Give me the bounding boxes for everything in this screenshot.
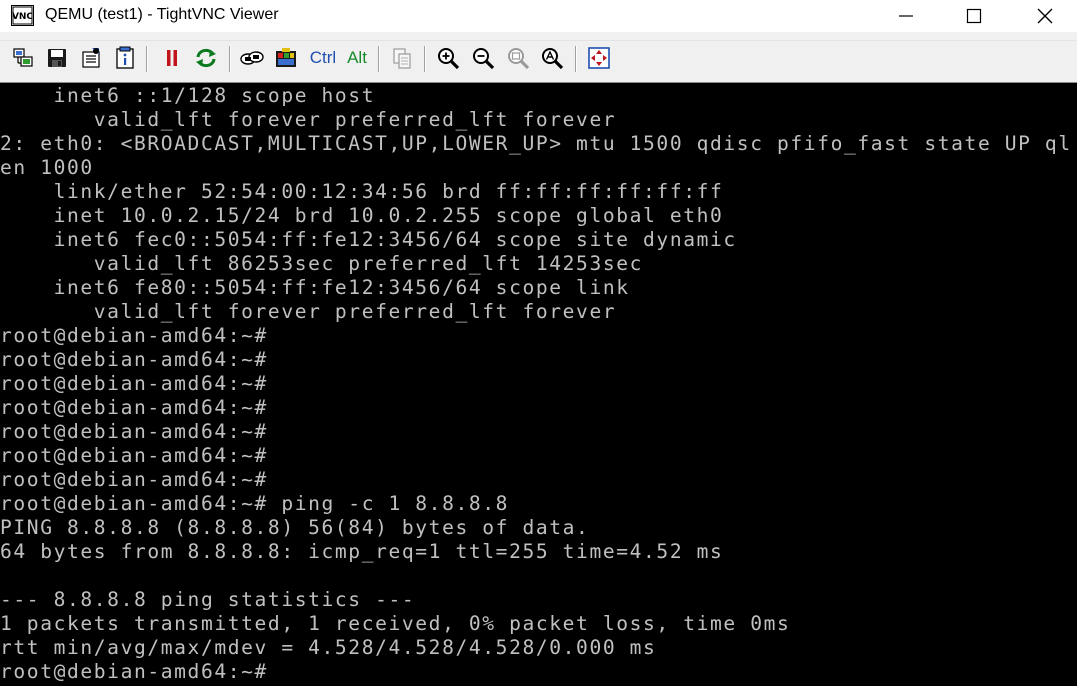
options-icon [82, 48, 100, 68]
app-icon-text: VNC [12, 12, 33, 22]
terminal-line: inet 10.0.2.15/24 brd 10.0.2.255 scope g… [0, 204, 724, 227]
terminal-line: en 1000 [0, 156, 94, 179]
refresh-button[interactable] [192, 44, 220, 72]
ctrl-label: Ctrl [309, 48, 337, 67]
terminal-line: 1 packets transmitted, 1 received, 0% pa… [0, 612, 791, 635]
options-button[interactable] [77, 44, 105, 72]
terminal-line: root@debian-amd64:~# [0, 324, 268, 347]
pause-button[interactable] [158, 44, 186, 72]
refresh-icon [196, 48, 216, 68]
window-title: QEMU (test1) - TightVNC Viewer [45, 6, 279, 23]
terminal-line: root@debian-amd64:~# [0, 444, 268, 467]
zoom-100-button[interactable] [504, 44, 532, 72]
terminal-line: --- 8.8.8.8 ping statistics --- [0, 588, 416, 611]
terminal-line: root@debian-amd64:~# [0, 468, 268, 491]
maximize-button[interactable] [951, 0, 997, 32]
save-icon [48, 49, 66, 67]
zoom-100-icon [508, 48, 530, 70]
terminal-line: inet6 ::1/128 scope host [0, 84, 376, 107]
close-button[interactable] [1022, 0, 1068, 32]
toolbar-separator [229, 46, 231, 72]
terminal-line: root@debian-amd64:~# [0, 660, 268, 683]
terminal-line: PING 8.8.8.8 (8.8.8.8) 56(84) bytes of d… [0, 516, 590, 539]
toolbar-separator [575, 46, 577, 72]
connection-info-button[interactable] [111, 44, 139, 72]
toolbar-separator [378, 46, 380, 72]
title-bar[interactable]: VNC QEMU (test1) - TightVNC Viewer [0, 0, 1077, 32]
vnc-viewer-window: VNC QEMU (test1) - TightVNC Viewer Ctrl … [0, 0, 1077, 686]
remote-desktop-view[interactable]: inet6 ::1/128 scope host valid_lft forev… [0, 82, 1077, 686]
alt-label: Alt [347, 48, 367, 67]
save-button[interactable] [43, 44, 71, 72]
ctrl-alt-del-button[interactable] [272, 44, 300, 72]
terminal-line: root@debian-amd64:~# [0, 348, 268, 371]
terminal-line: inet6 fec0::5054:ff:fe12:3456/64 scope s… [0, 228, 737, 251]
new-connection-button[interactable] [9, 44, 37, 72]
tightvnc-logo-icon: VNC [11, 5, 34, 26]
fullscreen-icon [588, 47, 610, 69]
zoom-out-icon [473, 48, 495, 70]
zoom-in-icon [438, 48, 460, 70]
copy-button[interactable] [388, 44, 416, 72]
minimize-button[interactable] [883, 0, 929, 32]
transfer-icon [240, 51, 264, 65]
minimize-icon [899, 15, 913, 17]
terminal-line: valid_lft forever preferred_lft forever [0, 300, 617, 323]
transfer-button[interactable] [238, 44, 266, 72]
ctrl-alt-del-icon [276, 48, 296, 67]
terminal-line: rtt min/avg/max/mdev = 4.528/4.528/4.528… [0, 636, 657, 659]
zoom-auto-button[interactable] [538, 44, 566, 72]
fullscreen-button[interactable] [585, 44, 613, 72]
toolbar-separator [424, 46, 426, 72]
terminal-line: link/ether 52:54:00:12:34:56 brd ff:ff:f… [0, 180, 724, 203]
toolbar-separator [146, 46, 148, 72]
terminal-line: inet6 fe80::5054:ff:fe12:3456/64 scope l… [0, 276, 630, 299]
terminal-line: root@debian-amd64:~# [0, 372, 268, 395]
alt-key-button[interactable]: Alt [343, 44, 371, 72]
new-connection-icon [13, 48, 33, 67]
terminal-line: 2: eth0: <BROADCAST,MULTICAST,UP,LOWER_U… [0, 132, 1072, 155]
zoom-auto-icon [542, 48, 564, 70]
toolbar: Ctrl Alt [0, 40, 1077, 79]
zoom-in-button[interactable] [434, 44, 462, 72]
copy-icon [393, 48, 411, 69]
zoom-out-button[interactable] [469, 44, 497, 72]
terminal-line: 64 bytes from 8.8.8.8: icmp_req=1 ttl=25… [0, 540, 724, 563]
terminal-line: valid_lft 86253sec preferred_lft 14253se… [0, 252, 644, 275]
close-icon [1037, 8, 1053, 24]
connection-info-icon [116, 46, 134, 69]
maximize-icon [966, 8, 982, 24]
terminal-line: root@debian-amd64:~# [0, 420, 268, 443]
terminal-line: valid_lft forever preferred_lft forever [0, 108, 617, 131]
terminal-line: root@debian-amd64:~# [0, 396, 268, 419]
terminal-line: root@debian-amd64:~# ping -c 1 8.8.8.8 [0, 492, 510, 515]
ctrl-key-button[interactable]: Ctrl [306, 44, 340, 72]
pause-icon [167, 50, 177, 66]
